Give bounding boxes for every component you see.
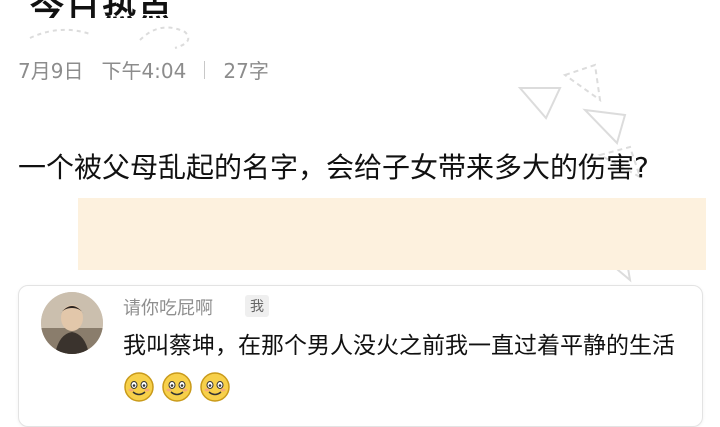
comment-body: 我叫蔡坤，在那个男人没火之前我一直过着平静的生活	[123, 333, 675, 359]
comment-username[interactable]: 请你吃屁啊	[123, 294, 213, 320]
avatar[interactable]	[41, 292, 103, 354]
author-badge: 我	[245, 295, 269, 317]
header-strip: 今日热点	[0, 0, 720, 18]
meta-divider	[204, 60, 206, 79]
question-title[interactable]: 一个被父母乱起的名字，会给子女带来多大的伤害?	[18, 140, 708, 196]
smiling-face-icon	[200, 371, 230, 402]
publish-time: 下午4:04	[101, 59, 187, 83]
smiling-face-icon	[124, 371, 154, 402]
word-count: 27字	[223, 59, 269, 83]
publish-date: 7月9日	[18, 59, 84, 83]
smiling-face-icon	[162, 371, 192, 402]
article-meta: 7月9日 下午4:04 27字	[18, 55, 269, 84]
highlight-bar	[78, 198, 706, 270]
comment-text: 我叫蔡坤，在那个男人没火之前我一直过着平静的生活	[123, 326, 683, 406]
emoji-row	[123, 371, 237, 402]
page-title: 今日热点	[30, 0, 174, 18]
comment-card[interactable]: 请你吃屁啊 我 我叫蔡坤，在那个男人没火之前我一直过着平静的生活	[18, 285, 703, 427]
